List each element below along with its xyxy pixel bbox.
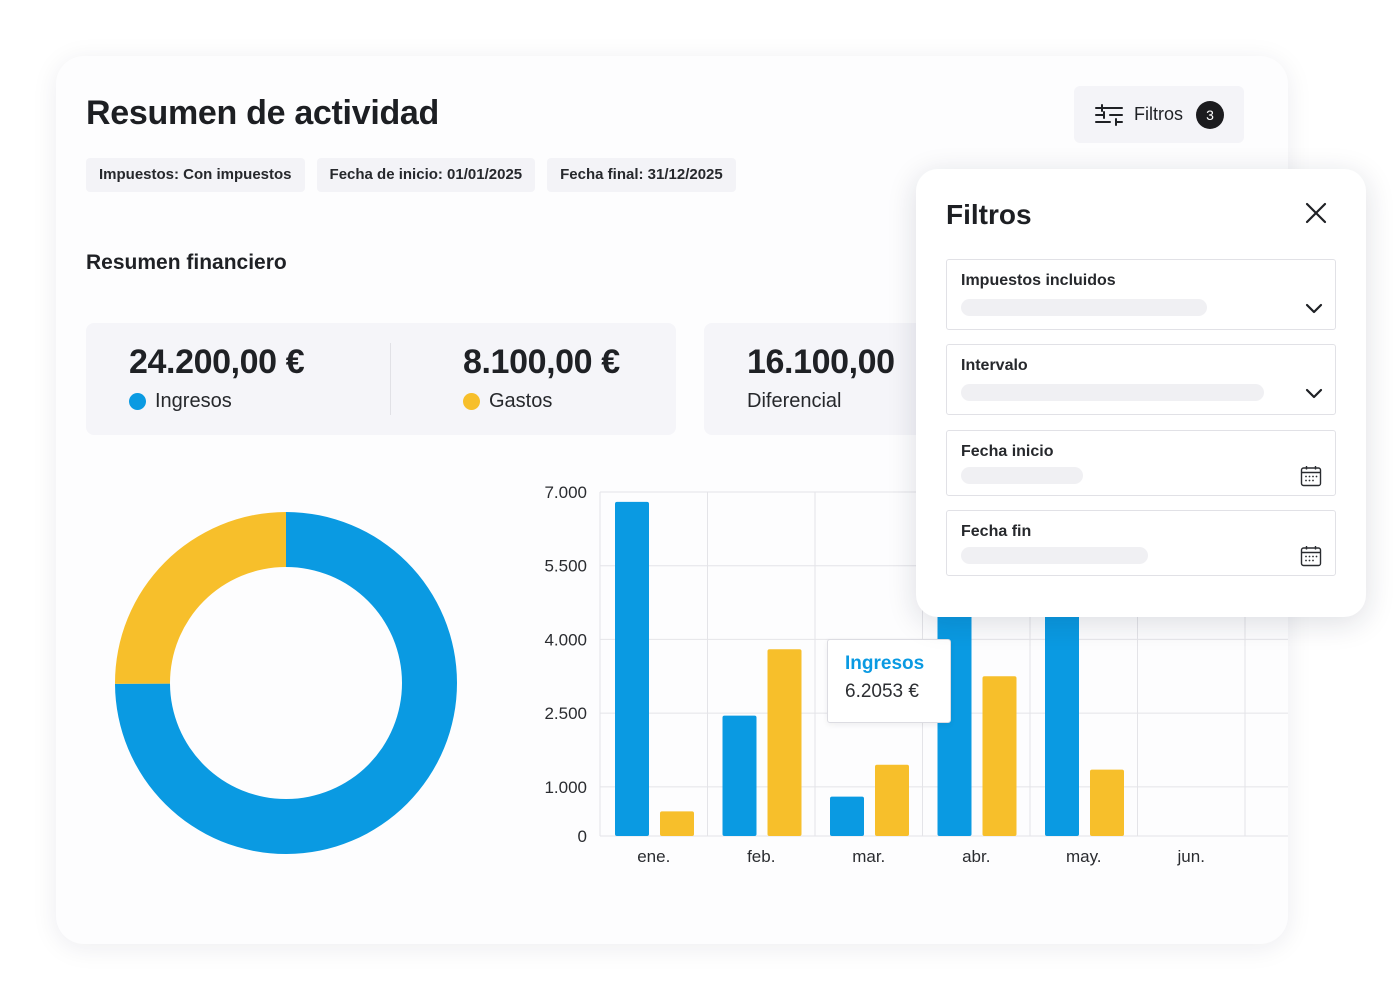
y-tick-label: 0 bbox=[578, 827, 587, 846]
field-start-date[interactable]: Fecha inicio bbox=[946, 430, 1336, 496]
bar-gastos-may[interactable] bbox=[1090, 769, 1124, 836]
active-filter-chips: Impuestos: Con impuestos Fecha de inicio… bbox=[86, 158, 736, 192]
field-taxes-included[interactable]: Impuestos incluidos bbox=[946, 259, 1336, 330]
chip-start-date: Fecha de inicio: 01/01/2025 bbox=[316, 158, 536, 192]
filters-count-badge: 3 bbox=[1196, 100, 1224, 129]
chevron-down-icon bbox=[1305, 388, 1323, 399]
field-value-placeholder bbox=[961, 547, 1148, 564]
tooltip-title: Ingresos bbox=[845, 653, 925, 674]
bar-ingresos-ene[interactable] bbox=[615, 501, 649, 836]
stat-value: 8.100,00 € bbox=[463, 343, 620, 381]
stat-value: 16.100,00 bbox=[747, 343, 895, 381]
field-value-placeholder bbox=[961, 467, 1083, 484]
tune-icon bbox=[1095, 103, 1123, 126]
field-label: Intervalo bbox=[961, 357, 1028, 374]
stat-label: Gastos bbox=[489, 390, 553, 412]
filters-panel: Filtros Impuestos incluidos Intervalo Fe… bbox=[916, 169, 1366, 617]
field-label: Fecha inicio bbox=[961, 443, 1054, 460]
stats-income-expenses: 24.200,00 € Ingresos 8.100,00 € Gastos bbox=[86, 323, 676, 435]
stat-income: 24.200,00 € Ingresos bbox=[129, 343, 305, 413]
x-tick-label: abr. bbox=[962, 847, 990, 866]
stat-expenses: 8.100,00 € Gastos bbox=[463, 343, 620, 413]
stat-value: 24.200,00 € bbox=[129, 343, 305, 381]
y-tick-label: 4.000 bbox=[544, 630, 587, 649]
filters-button[interactable]: Filtros 3 bbox=[1074, 86, 1244, 143]
field-interval[interactable]: Intervalo bbox=[946, 344, 1336, 415]
income-dot bbox=[129, 393, 146, 410]
y-tick-label: 2.500 bbox=[544, 704, 587, 723]
field-end-date[interactable]: Fecha fin bbox=[946, 510, 1336, 576]
donut-chart bbox=[115, 512, 457, 854]
stat-differential: 16.100,00 Diferencial bbox=[747, 343, 895, 413]
section-title-financial: Resumen financiero bbox=[86, 251, 287, 274]
stat-label: Diferencial bbox=[747, 390, 842, 412]
chip-taxes: Impuestos: Con impuestos bbox=[86, 158, 305, 192]
chart-tooltip: Ingresos 6.2053 € bbox=[827, 639, 951, 723]
chevron-down-icon bbox=[1305, 303, 1323, 314]
x-tick-label: may. bbox=[1066, 847, 1102, 866]
tooltip-value: 6.2053 € bbox=[845, 681, 919, 702]
panel-title: Filtros bbox=[946, 199, 1032, 230]
calendar-icon[interactable] bbox=[1299, 464, 1323, 488]
bar-gastos-ene[interactable] bbox=[660, 811, 694, 836]
y-tick-label: 1.000 bbox=[544, 778, 587, 797]
filters-button-label: Filtros bbox=[1134, 104, 1183, 124]
donut-slice-gastos[interactable] bbox=[115, 512, 286, 684]
x-tick-label: mar. bbox=[852, 847, 885, 866]
y-tick-label: 5.500 bbox=[544, 557, 587, 576]
page-title: Resumen de actividad bbox=[86, 94, 440, 132]
bar-ingresos-feb[interactable] bbox=[722, 715, 757, 836]
stat-label: Ingresos bbox=[155, 390, 232, 412]
bar-ingresos-mar[interactable] bbox=[830, 796, 864, 836]
field-value-placeholder bbox=[961, 384, 1264, 401]
y-tick-label: 7.000 bbox=[544, 483, 587, 502]
close-icon[interactable] bbox=[1300, 197, 1332, 229]
bar-gastos-abr[interactable] bbox=[982, 676, 1017, 836]
chip-end-date: Fecha final: 31/12/2025 bbox=[547, 158, 736, 192]
field-label: Impuestos incluidos bbox=[961, 272, 1116, 289]
bar-gastos-mar[interactable] bbox=[875, 764, 909, 836]
x-tick-label: ene. bbox=[637, 847, 670, 866]
field-value-placeholder bbox=[961, 299, 1207, 316]
x-tick-label: feb. bbox=[747, 847, 775, 866]
divider bbox=[390, 343, 391, 415]
bar-gastos-feb[interactable] bbox=[767, 649, 802, 836]
field-label: Fecha fin bbox=[961, 523, 1032, 540]
expenses-dot bbox=[463, 393, 480, 410]
x-tick-label: jun. bbox=[1177, 847, 1205, 866]
calendar-icon[interactable] bbox=[1299, 544, 1323, 568]
